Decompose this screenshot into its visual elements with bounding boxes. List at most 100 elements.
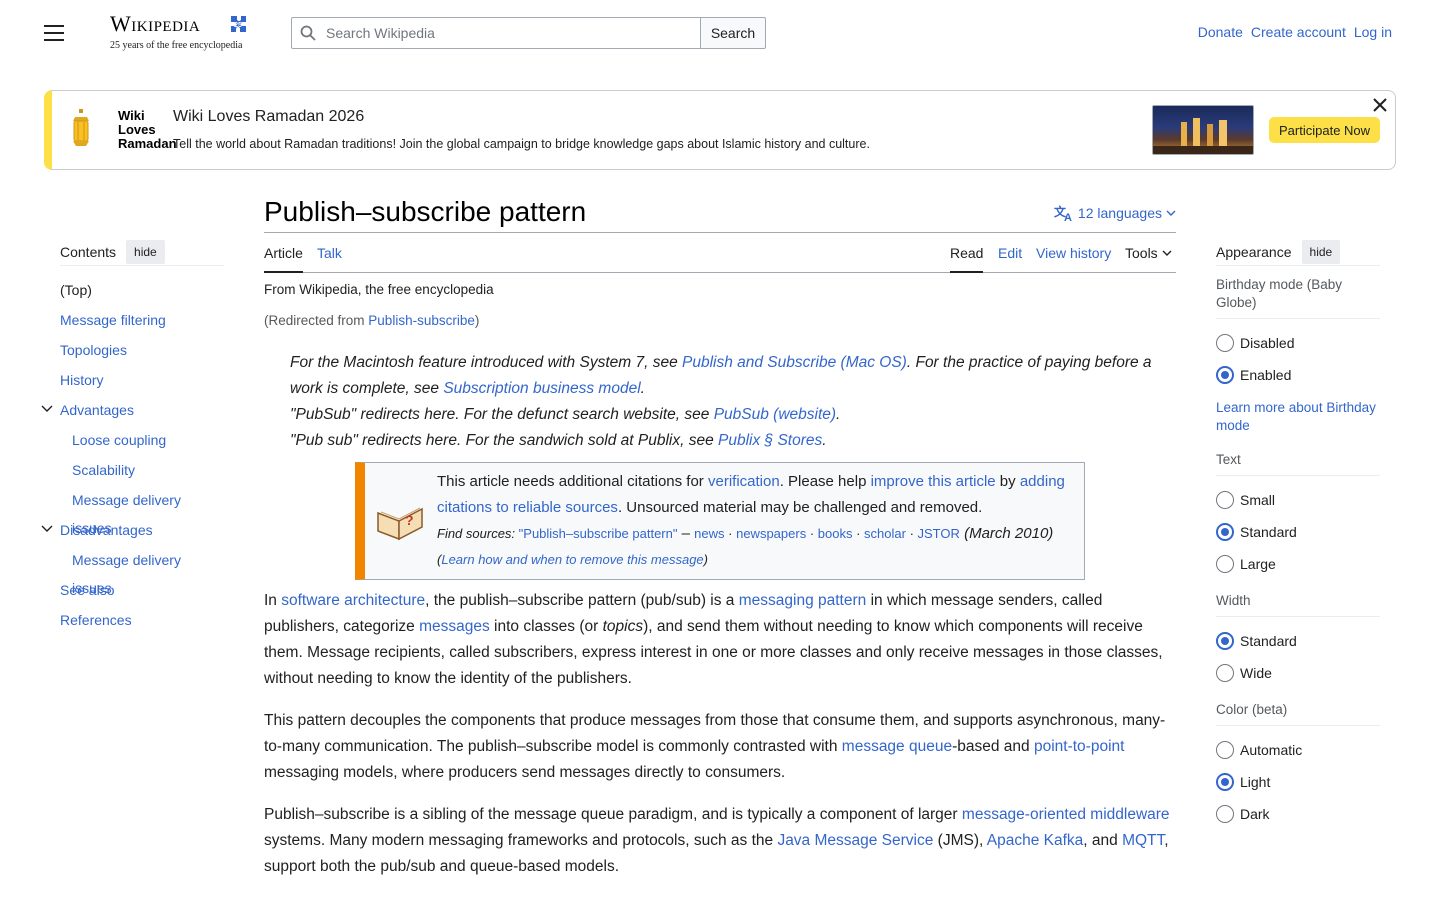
java-message-service-link[interactable]: Java Message Service [777, 832, 933, 849]
messages-link[interactable]: messages [419, 618, 490, 635]
message-oriented-middleware-link[interactable]: message-oriented middleware [962, 806, 1170, 823]
toc-item-loose-coupling[interactable]: Loose coupling [60, 426, 224, 456]
color-label: Color (beta) [1216, 701, 1380, 726]
radio-button[interactable] [1216, 334, 1234, 352]
radio-button-selected[interactable] [1216, 773, 1234, 791]
svg-text:?: ? [405, 512, 414, 528]
svg-text:A: A [1064, 212, 1072, 222]
lantern-icon [73, 109, 89, 146]
participate-now-button[interactable]: Participate Now [1269, 117, 1381, 143]
radio-button[interactable] [1216, 555, 1234, 573]
appearance-hide-button[interactable]: hide [1301, 239, 1341, 264]
source-books-link[interactable]: books [818, 526, 853, 541]
hatnote-link[interactable]: Publish and Subscribe (Mac OS) [682, 354, 907, 371]
search-button[interactable]: Search [700, 17, 766, 49]
radio-button-selected[interactable] [1216, 366, 1234, 384]
birthday-mode-label: Birthday mode (Baby Globe) [1216, 276, 1380, 319]
chevron-down-icon[interactable] [40, 402, 54, 416]
log-in-link[interactable]: Log in [1354, 24, 1392, 40]
radio-button[interactable] [1216, 664, 1234, 682]
learn-remove-message-link[interactable]: Learn how and when to remove this messag… [441, 552, 703, 567]
hatnote-link[interactable]: Publix § Stores [718, 432, 822, 449]
citation-message: This article needs additional citations … [437, 473, 1065, 567]
radio-color-automatic[interactable]: Automatic [1216, 734, 1380, 766]
radio-width-wide[interactable]: Wide [1216, 657, 1380, 689]
search-input[interactable] [291, 17, 700, 49]
toc-item-topologies[interactable]: Topologies [60, 336, 224, 366]
banner-photo [1153, 118, 1253, 154]
text-size-label: Text [1216, 451, 1380, 476]
radio-button[interactable] [1216, 741, 1234, 759]
radio-birthday-enabled[interactable]: Enabled [1216, 359, 1380, 391]
message-queue-link[interactable]: message queue [842, 738, 952, 755]
main-menu-button[interactable] [36, 16, 72, 50]
toc-item-message-delivery-issues-2[interactable]: Message delivery issues [60, 546, 224, 596]
radio-width-standard[interactable]: Standard [1216, 625, 1380, 657]
toc-item-see-also[interactable]: See also [60, 576, 224, 606]
tab-article[interactable]: Article [264, 245, 303, 273]
source-scholar-link[interactable]: scholar [864, 526, 906, 541]
chevron-down-icon [1162, 250, 1172, 256]
tab-tools[interactable]: Tools [1125, 245, 1172, 273]
radio-text-large[interactable]: Large [1216, 548, 1380, 580]
mqtt-link[interactable]: MQTT [1122, 832, 1164, 849]
toc-hide-button[interactable]: hide [126, 239, 165, 264]
hatnote: "PubSub" redirects here. For the defunct… [290, 406, 841, 423]
toc-item-message-filtering[interactable]: Message filtering [60, 306, 224, 336]
radio-birthday-disabled[interactable]: Disabled [1216, 327, 1380, 359]
article-main: Publish–subscribe pattern 文 A 12 languag… [264, 190, 1176, 875]
toc-title: Contents [60, 243, 117, 260]
source-news-link[interactable]: news [694, 526, 724, 541]
verification-link[interactable]: verification [708, 473, 780, 490]
wikipedia-logo[interactable]: Wikipedia 25 25 years of the free encycl… [110, 12, 255, 54]
toc-item-disadvantages[interactable]: Disadvantages [41, 516, 224, 546]
toc-item-scalability[interactable]: Scalability [60, 456, 224, 486]
radio-color-light[interactable]: Light [1216, 766, 1380, 798]
user-links: Donate Create account Log in [1198, 24, 1392, 40]
banner-title: Wiki Loves Ramadan 2026 [173, 108, 365, 125]
radio-button[interactable] [1216, 491, 1234, 509]
find-sources-link[interactable]: "Publish–subscribe pattern" [519, 526, 678, 541]
radio-button-selected[interactable] [1216, 523, 1234, 541]
book-question-icon: ? [377, 507, 423, 541]
toc-list: (Top) Message filtering Topologies Histo… [41, 276, 224, 636]
toc-item-message-delivery-issues[interactable]: Message delivery issues [60, 486, 224, 536]
translate-icon: 文 A [1054, 204, 1072, 222]
toc-item-advantages[interactable]: Advantages [41, 396, 224, 426]
chevron-down-icon[interactable] [40, 522, 54, 536]
language-button[interactable]: 文 A 12 languages [1054, 204, 1176, 222]
site-header: Wikipedia 25 25 years of the free encycl… [0, 0, 1440, 64]
radio-text-standard[interactable]: Standard [1216, 516, 1380, 548]
radio-button-selected[interactable] [1216, 632, 1234, 650]
improve-article-link[interactable]: improve this article [871, 473, 996, 490]
source-newspapers-link[interactable]: newspapers [736, 526, 806, 541]
tab-view-history[interactable]: View history [1036, 245, 1111, 273]
toc-header: Contents hide [60, 238, 224, 266]
apache-kafka-link[interactable]: Apache Kafka [987, 832, 1084, 849]
create-account-link[interactable]: Create account [1251, 24, 1346, 40]
redirect-link[interactable]: Publish-subscribe [368, 313, 475, 328]
banner-image [1152, 105, 1254, 155]
toc-item-top[interactable]: (Top) [60, 276, 224, 306]
close-icon[interactable] [1370, 95, 1390, 115]
tab-talk[interactable]: Talk [317, 245, 342, 273]
page-title: Publish–subscribe pattern [264, 196, 587, 227]
birthday-mode-learn-more-link[interactable]: Learn more about Birthday mode [1216, 399, 1380, 435]
radio-button[interactable] [1216, 805, 1234, 823]
hatnote-link[interactable]: PubSub (website) [714, 406, 836, 423]
toc-item-references[interactable]: References [60, 606, 224, 636]
tab-read[interactable]: Read [950, 245, 984, 273]
messaging-pattern-link[interactable]: messaging pattern [739, 592, 867, 609]
search-form: Search [291, 17, 766, 49]
software-architecture-link[interactable]: software architecture [281, 592, 425, 609]
radio-text-small[interactable]: Small [1216, 484, 1380, 516]
toc-item-history[interactable]: History [60, 366, 224, 396]
tab-edit[interactable]: Edit [998, 245, 1022, 273]
radio-color-dark[interactable]: Dark [1216, 798, 1380, 830]
source-jstor-link[interactable]: JSTOR [918, 526, 960, 541]
point-to-point-link[interactable]: point-to-point [1034, 738, 1124, 755]
hatnote-link[interactable]: Subscription business model [443, 380, 640, 397]
hamburger-icon [44, 25, 64, 27]
width-label: Width [1216, 592, 1380, 617]
donate-link[interactable]: Donate [1198, 24, 1243, 40]
